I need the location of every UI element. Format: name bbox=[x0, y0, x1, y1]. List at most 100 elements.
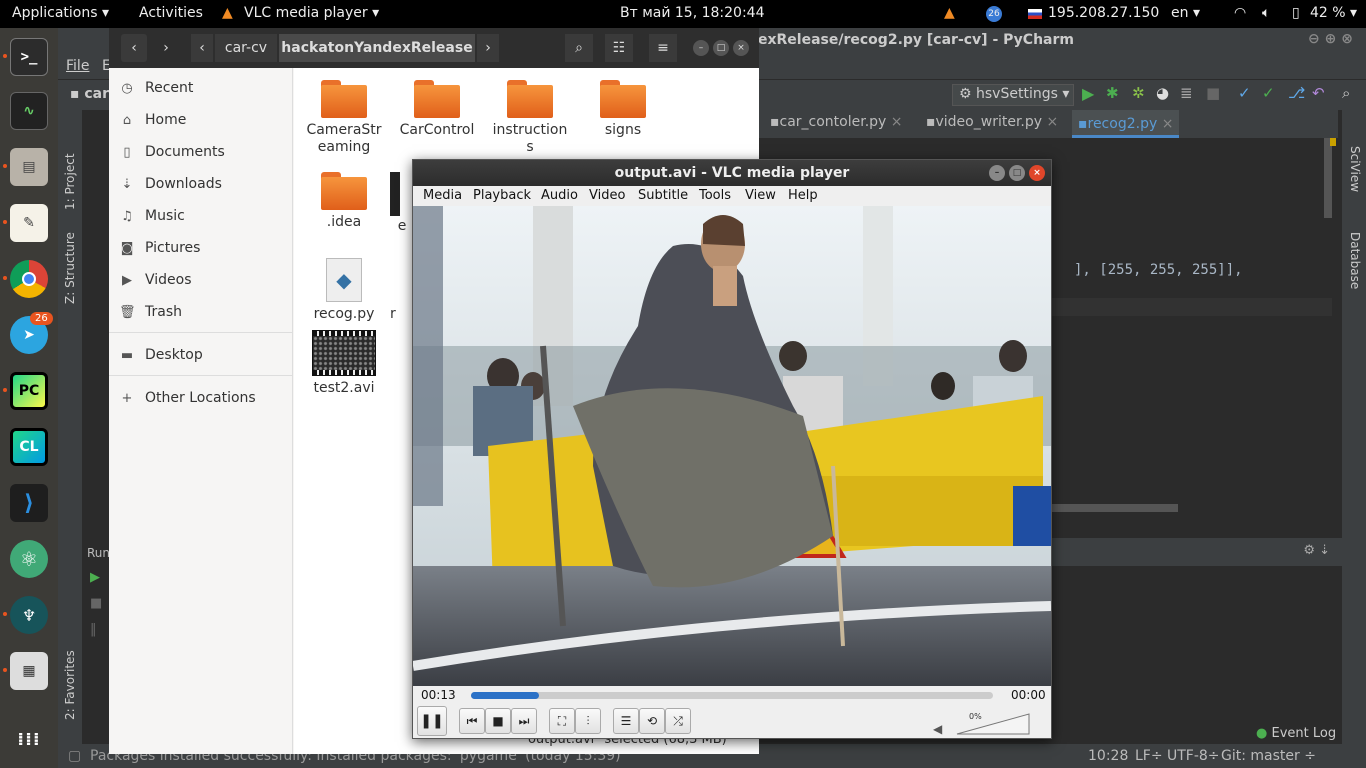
sidebar-item-documents[interactable]: ▯ Documents bbox=[119, 144, 224, 160]
wifi-icon[interactable]: ◠ bbox=[1234, 5, 1246, 21]
clock[interactable]: Вт май 15, 18:20:44 bbox=[620, 5, 765, 21]
tool-sciview[interactable]: SciView bbox=[1348, 146, 1362, 192]
run-config-select[interactable]: ⚙ hsvSettings ▾ bbox=[952, 84, 1074, 106]
menu-video[interactable]: Video bbox=[589, 188, 625, 203]
stop-button[interactable]: ■ bbox=[485, 708, 511, 734]
run-icon[interactable]: ▶ bbox=[1082, 84, 1094, 103]
pycharm-window-controls[interactable]: ⊖ ⊕ ⊗ bbox=[1308, 31, 1353, 47]
revert-icon[interactable]: ↶ bbox=[1312, 84, 1325, 102]
volume-slider[interactable] bbox=[955, 712, 1031, 736]
event-log-button[interactable]: ● Event Log bbox=[1256, 726, 1336, 741]
tab-car-contoler[interactable]: ▪car_contoler.py × bbox=[770, 114, 903, 130]
sidebar-item-videos[interactable]: ▶ Videos bbox=[119, 272, 192, 288]
minimize-icon[interactable]: – bbox=[693, 40, 709, 56]
sidebar-item-trash[interactable]: 🗑︎ Trash bbox=[119, 304, 182, 320]
path-crumb-current[interactable]: hackatonYandexRelease bbox=[279, 34, 475, 62]
file-item[interactable]: CarControl bbox=[397, 80, 477, 139]
tab-recog2[interactable]: ▪recog2.py × bbox=[1072, 110, 1180, 138]
debug-icon[interactable]: ✱ bbox=[1106, 84, 1119, 102]
extended-settings-button[interactable]: ⫶ bbox=[575, 708, 601, 734]
file-item[interactable]: r bbox=[390, 306, 414, 322]
app-menu[interactable]: VLC media player ▾ bbox=[244, 5, 379, 21]
sidebar-item-desktop[interactable]: ▬ Desktop bbox=[119, 347, 203, 363]
seek-slider[interactable] bbox=[471, 692, 993, 699]
settings-icon[interactable]: ⚙ ⇣ bbox=[1303, 543, 1330, 558]
view-toggle-icon[interactable]: ☷ bbox=[605, 34, 633, 62]
path-crumb-car-cv[interactable]: car-cv bbox=[215, 34, 277, 62]
stop-icon[interactable]: ■ bbox=[1206, 84, 1220, 102]
file-item[interactable]: test2.avi bbox=[304, 330, 384, 396]
chrome-icon[interactable] bbox=[10, 260, 48, 298]
applications-menu[interactable]: Applications ▾ bbox=[12, 5, 109, 21]
volume-icon[interactable]: 🔈︎ bbox=[1262, 5, 1270, 21]
clion-icon[interactable]: CL bbox=[10, 428, 48, 466]
video-frame[interactable] bbox=[413, 206, 1051, 686]
maximize-icon[interactable]: □ bbox=[1009, 165, 1025, 181]
file-encoding[interactable]: UTF-8÷ bbox=[1167, 748, 1220, 764]
warning-marker[interactable] bbox=[1330, 138, 1336, 146]
file-item[interactable]: .idea bbox=[304, 172, 384, 230]
file-item[interactable]: signs bbox=[583, 80, 663, 139]
terminal-icon[interactable]: >_ bbox=[10, 38, 48, 76]
files-icon[interactable]: ▤ bbox=[10, 148, 48, 186]
previous-button[interactable]: ⏮︎ bbox=[459, 708, 485, 734]
minimize-icon[interactable]: – bbox=[989, 165, 1005, 181]
gitkraken-icon[interactable]: ♆ bbox=[10, 596, 48, 634]
mute-icon[interactable]: ◀ bbox=[933, 722, 942, 736]
menu-playback[interactable]: Playback bbox=[473, 188, 531, 203]
menu-tools[interactable]: Tools bbox=[699, 188, 731, 203]
vlc-tray-icon[interactable]: ▲ bbox=[944, 5, 955, 21]
ip-indicator[interactable]: 195.208.27.150 bbox=[1048, 5, 1159, 21]
vcs-commit-icon[interactable]: ✓ bbox=[1262, 84, 1275, 102]
maximize-icon[interactable]: □ bbox=[713, 40, 729, 56]
back-button[interactable]: ‹ bbox=[121, 34, 147, 62]
menu-file[interactable]: File bbox=[66, 58, 89, 74]
telegram-tray-icon[interactable]: 26 bbox=[986, 6, 1002, 22]
vcs-update-icon[interactable]: ✓ bbox=[1238, 84, 1251, 102]
git-branch[interactable]: Git: master ÷ bbox=[1221, 748, 1316, 764]
path-left-arrow[interactable]: ‹ bbox=[191, 34, 213, 62]
vcs-history-icon[interactable]: ⎇ bbox=[1288, 84, 1305, 102]
language-indicator[interactable]: en ▾ bbox=[1171, 5, 1200, 21]
text-editor-icon[interactable]: ✎ bbox=[10, 204, 48, 242]
close-icon[interactable]: × bbox=[1029, 165, 1045, 181]
activities-button[interactable]: Activities bbox=[139, 5, 203, 21]
tool-favorites[interactable]: 2: Favorites bbox=[63, 630, 77, 720]
pause-button[interactable]: ❚❚ bbox=[417, 706, 447, 736]
sidebar-item-pictures[interactable]: ◙ Pictures bbox=[119, 240, 201, 256]
search-icon[interactable]: ⌕ bbox=[565, 34, 593, 62]
coverage-icon[interactable]: ✲ bbox=[1132, 84, 1145, 102]
file-item[interactable]: instruction s bbox=[490, 80, 570, 156]
menu-view[interactable]: View bbox=[745, 188, 776, 203]
tool-database[interactable]: Database bbox=[1348, 232, 1362, 289]
sidebar-item-home[interactable]: ⌂ Home bbox=[119, 112, 186, 128]
battery-icon[interactable]: ▯ bbox=[1292, 5, 1300, 21]
editor-scrollbar[interactable] bbox=[1324, 138, 1332, 218]
calculator-icon[interactable]: ▦ bbox=[10, 652, 48, 690]
file-item[interactable]: CameraStr eaming bbox=[304, 80, 384, 156]
menu-help[interactable]: Help bbox=[788, 188, 818, 203]
build-icon[interactable]: ≣ bbox=[1180, 84, 1193, 102]
sidebar-item-music[interactable]: ♫ Music bbox=[119, 208, 185, 224]
close-icon[interactable]: × bbox=[733, 40, 749, 56]
menu-media[interactable]: Media bbox=[423, 188, 462, 203]
atom-icon[interactable]: ⚛ bbox=[10, 540, 48, 578]
playlist-button[interactable]: ☰ bbox=[613, 708, 639, 734]
tool-project[interactable]: 1: Project bbox=[63, 120, 77, 210]
menu-audio[interactable]: Audio bbox=[541, 188, 578, 203]
system-monitor-icon[interactable]: ∿ bbox=[10, 92, 48, 130]
vscode-icon[interactable]: ⟩ bbox=[10, 484, 48, 522]
menu-subtitle[interactable]: Subtitle bbox=[638, 188, 688, 203]
shuffle-button[interactable]: ⤮ bbox=[665, 708, 691, 734]
line-separator[interactable]: LF÷ bbox=[1135, 748, 1163, 764]
toggle-tool-windows-icon[interactable]: ▢ bbox=[68, 748, 81, 764]
tool-structure[interactable]: Z: Structure bbox=[63, 214, 77, 304]
sidebar-item-other-locations[interactable]: + Other Locations bbox=[119, 390, 256, 406]
fullscreen-button[interactable]: ⛶ bbox=[549, 708, 575, 734]
sidebar-item-downloads[interactable]: ⇣ Downloads bbox=[119, 176, 222, 192]
tab-video-writer[interactable]: ▪video_writer.py × bbox=[926, 114, 1058, 130]
system-menu-icon[interactable]: ▾ bbox=[1350, 5, 1357, 21]
path-right-arrow[interactable]: › bbox=[477, 34, 499, 62]
cursor-position[interactable]: 10:28 bbox=[1088, 748, 1128, 764]
app-grid-icon[interactable]: ⁞⁞⁞ bbox=[10, 720, 48, 758]
